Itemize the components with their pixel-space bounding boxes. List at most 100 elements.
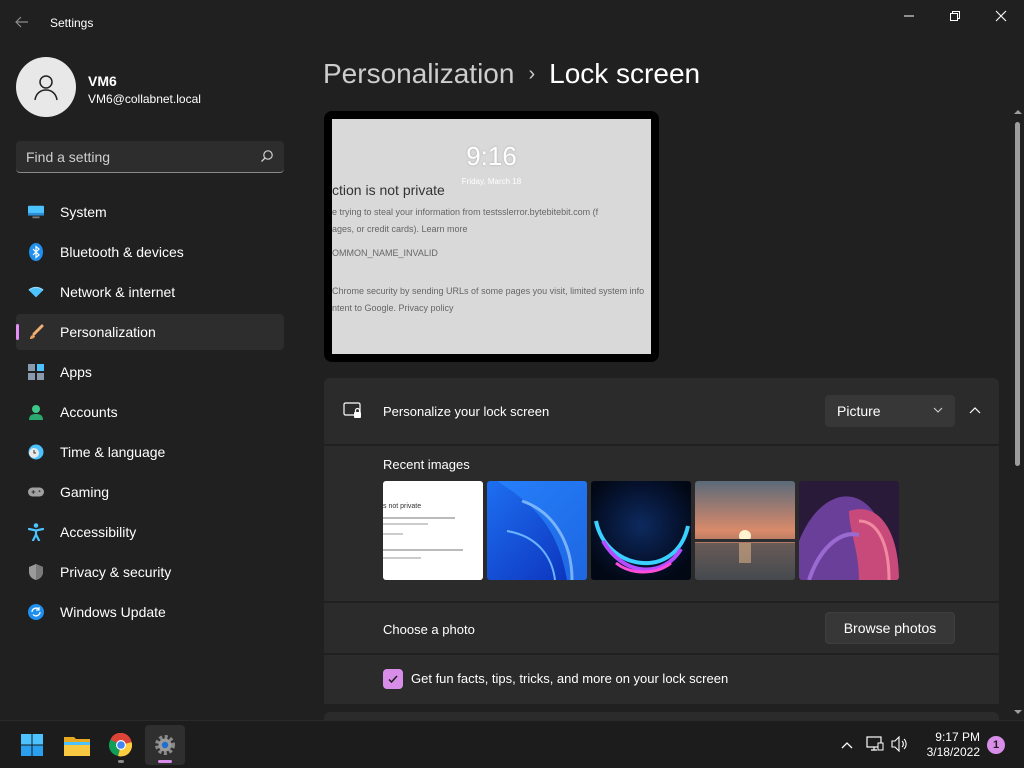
- recent-image-1[interactable]: s not private: [383, 481, 483, 580]
- recent-images-section: Recent images s not private: [324, 446, 999, 601]
- file-explorer-icon: [64, 737, 90, 756]
- sidebar-item-privacy[interactable]: Privacy & security: [16, 554, 284, 590]
- sidebar-item-accounts[interactable]: Accounts: [16, 394, 284, 430]
- personalize-lock-screen-row[interactable]: Personalize your lock screen Picture: [324, 378, 999, 444]
- search-icon: [261, 150, 273, 162]
- sidebar-item-personalization[interactable]: Personalization: [16, 314, 284, 350]
- sidebar-item-bluetooth[interactable]: Bluetooth & devices: [16, 234, 284, 270]
- minimize-button[interactable]: [886, 4, 932, 28]
- gamepad-icon: [28, 484, 44, 500]
- scrollbar[interactable]: [1012, 108, 1024, 720]
- scroll-up-icon[interactable]: [1012, 108, 1024, 116]
- recent-image-5[interactable]: [799, 481, 899, 580]
- chevron-up-icon: [969, 407, 981, 414]
- back-button[interactable]: [14, 14, 34, 34]
- sidebar-item-gaming[interactable]: Gaming: [16, 474, 284, 510]
- page-title: Lock screen: [549, 58, 701, 89]
- fun-facts-label: Get fun facts, tips, tricks, and more on…: [411, 671, 729, 686]
- notification-badge[interactable]: 1: [987, 736, 1005, 754]
- scrollbar-thumb[interactable]: [1015, 122, 1020, 466]
- sidebar-item-label: Accessibility: [60, 524, 137, 540]
- apps-icon: [28, 364, 44, 380]
- accounts-icon: [28, 404, 44, 420]
- preview-text-line: ntent to Google. Privacy policy: [332, 303, 454, 313]
- chrome-button[interactable]: [101, 725, 141, 765]
- preview-text-line: Chrome security by sending URLs of some …: [332, 286, 645, 296]
- settings-icon: [155, 735, 175, 755]
- preview-screen: 9:16 Friday, March 18 ction is not priva…: [332, 119, 651, 354]
- taskbar-clock[interactable]: 9:17 PM 3/18/2022: [916, 730, 980, 760]
- sidebar-item-accessibility[interactable]: Accessibility: [16, 514, 284, 550]
- sidebar-item-label: Network & internet: [60, 284, 176, 300]
- sidebar-item-label: Gaming: [60, 484, 110, 500]
- next-settings-card: [324, 712, 999, 720]
- lock-screen-type-dropdown[interactable]: Picture: [825, 395, 955, 427]
- shield-icon: [28, 564, 44, 580]
- update-icon: [28, 604, 44, 620]
- settings-taskbar-button[interactable]: [145, 725, 185, 765]
- search-input[interactable]: [16, 141, 256, 172]
- close-button[interactable]: [978, 4, 1024, 28]
- sidebar-item-label: Time & language: [60, 444, 166, 460]
- title-bar: Settings: [0, 0, 1024, 48]
- volume-icon[interactable]: [891, 736, 909, 752]
- fun-facts-checkbox[interactable]: [383, 669, 403, 689]
- scroll-down-icon[interactable]: [1012, 708, 1024, 716]
- wifi-icon: [28, 284, 44, 300]
- collapse-button[interactable]: [963, 395, 987, 427]
- sidebar-item-time-language[interactable]: Time & language: [16, 434, 284, 470]
- recent-images-list: s not private: [383, 481, 899, 580]
- preview-text-line: e trying to steal your information from …: [332, 207, 599, 217]
- accessibility-icon: [28, 523, 44, 541]
- recent-image-3[interactable]: [591, 481, 691, 580]
- sidebar-nav: System Bluetooth & devices Network & int…: [16, 194, 284, 634]
- active-indicator: [158, 760, 172, 763]
- sidebar-item-label: Bluetooth & devices: [60, 244, 184, 260]
- sidebar-item-windows-update[interactable]: Windows Update: [16, 594, 284, 630]
- minimize-icon: [904, 15, 914, 17]
- lock-screen-icon: [343, 402, 361, 418]
- show-hidden-icons-icon[interactable]: [840, 738, 854, 752]
- network-icon[interactable]: [866, 736, 884, 752]
- personalize-label: Personalize your lock screen: [383, 404, 550, 419]
- close-icon: [995, 10, 1007, 22]
- purple-ribbons-thumbnail: [799, 481, 899, 580]
- browser-error-thumbnail: [383, 517, 463, 559]
- recent-image-4[interactable]: [695, 481, 795, 580]
- person-icon: [34, 75, 58, 101]
- start-button[interactable]: [12, 725, 52, 765]
- sidebar-item-label: Windows Update: [60, 604, 166, 620]
- lake-sunset-thumbnail: [695, 481, 795, 580]
- breadcrumb-parent[interactable]: Personalization: [323, 58, 514, 89]
- app-title: Settings: [50, 16, 94, 30]
- sidebar-item-system[interactable]: System: [16, 194, 284, 230]
- choose-photo-row: Choose a photo Browse photos: [324, 603, 999, 653]
- taskbar: 9:17 PM 3/18/2022 1: [0, 720, 1024, 768]
- bluetooth-icon: [28, 243, 44, 261]
- checkmark-icon: [388, 675, 398, 684]
- sidebar-item-label: Accounts: [60, 404, 118, 420]
- running-indicator: [118, 760, 124, 763]
- windows-bloom-blue-thumbnail: [487, 481, 587, 580]
- browse-photos-button[interactable]: Browse photos: [825, 612, 955, 644]
- clock-date: 3/18/2022: [926, 745, 980, 759]
- recent-images-label: Recent images: [383, 457, 470, 472]
- system-icon: [28, 204, 44, 220]
- preview-text-line: ages, or credit cards). Learn more: [332, 224, 468, 234]
- user-name: VM6: [88, 73, 117, 89]
- sidebar-item-label: Privacy & security: [60, 564, 172, 580]
- search-box[interactable]: [16, 141, 284, 173]
- dropdown-value: Picture: [837, 403, 881, 419]
- windows-glow-dark-thumbnail: [591, 481, 691, 580]
- choose-photo-label: Choose a photo: [383, 622, 475, 637]
- sidebar-item-apps[interactable]: Apps: [16, 354, 284, 390]
- chevron-down-icon: [933, 407, 943, 413]
- restore-button[interactable]: [932, 4, 978, 28]
- settings-window: Settings VM6 VM6@collabnet.local System …: [0, 0, 1024, 768]
- clock-globe-icon: [28, 444, 44, 460]
- user-email: VM6@collabnet.local: [88, 92, 201, 106]
- recent-image-2[interactable]: [487, 481, 587, 580]
- sidebar-item-network[interactable]: Network & internet: [16, 274, 284, 310]
- sidebar-item-label: Apps: [60, 364, 92, 380]
- file-explorer-button[interactable]: [57, 725, 97, 765]
